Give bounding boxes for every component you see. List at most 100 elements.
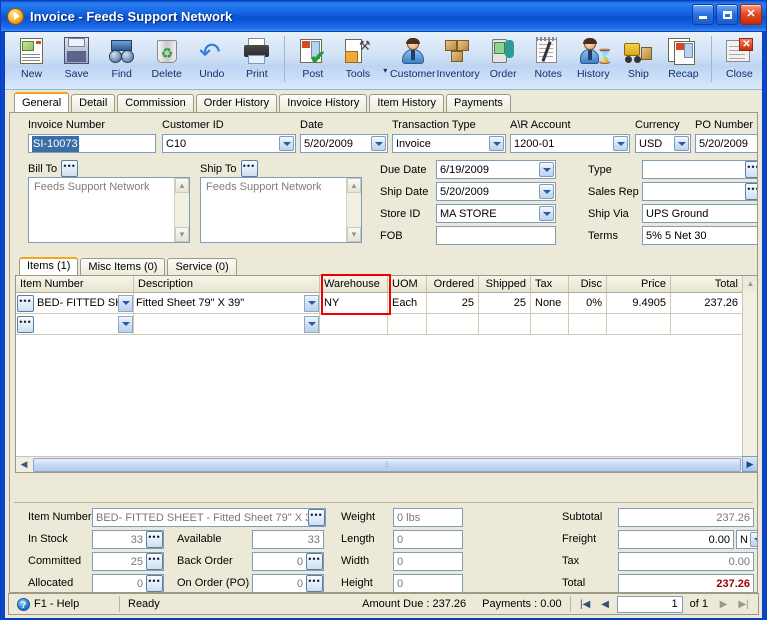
item-tab-service[interactable]: Service (0) [167,258,237,275]
table-row[interactable]: ••• [16,314,757,335]
cell-tax[interactable] [531,314,569,334]
tab-commission[interactable]: Commission [117,94,194,112]
due-date-combo[interactable]: 6/19/2009 [436,160,556,179]
width-input[interactable]: 0 [393,552,463,571]
chevron-down-icon[interactable] [539,162,554,177]
column-header-ordered[interactable]: Ordered [427,276,479,292]
column-header-uom[interactable]: UOM [388,276,427,292]
first-record-button[interactable]: |◀ [577,596,594,613]
item-lookup-button[interactable]: ••• [17,294,34,312]
freight-flag-combo[interactable]: N [736,530,757,549]
chevron-down-icon[interactable] [118,315,133,333]
toolbar-button-order[interactable]: Order [481,34,526,88]
cell-total[interactable]: 237.26 [671,293,743,313]
store-id-combo[interactable]: MA STORE [436,204,556,223]
chevron-down-icon[interactable] [304,315,319,333]
po-number-input[interactable]: 5/20/2009 [695,134,757,153]
tab-item-history[interactable]: Item History [369,94,445,112]
scroll-left-icon[interactable]: ◀ [16,457,32,473]
chevron-down-icon[interactable] [304,294,319,312]
committed-input[interactable]: 25 ••• [92,552,164,571]
ship-to-lookup-button[interactable]: ••• [240,160,258,177]
in-stock-lookup-button[interactable]: ••• [146,531,163,548]
chevron-down-icon[interactable] [279,136,294,151]
allocated-lookup-button[interactable]: ••• [146,575,163,592]
item-tab-misc-items[interactable]: Misc Items (0) [80,258,166,275]
currency-combo[interactable]: USD [635,134,691,153]
sales-rep-lookup-button[interactable]: ••• [745,183,757,200]
tab-general[interactable]: General [14,92,70,112]
freight-input[interactable]: 0.00 [618,530,734,549]
last-record-button[interactable]: ▶| [735,596,752,613]
detail-item-number-input[interactable]: BED- FITTED SHEET - Fitted Sheet 79" X 3… [92,508,326,527]
item-tab-items[interactable]: Items (1) [19,257,79,275]
type-lookup-button[interactable]: ••• [745,161,757,178]
toolbar-button-delete[interactable]: ♻ Delete [144,34,189,88]
column-header-price[interactable]: Price [607,276,671,292]
cell-uom[interactable] [388,314,427,334]
previous-record-button[interactable]: ◀ [597,596,614,613]
column-header-warehouse[interactable]: Warehouse [320,276,388,292]
chevron-down-icon[interactable] [674,136,689,151]
cell-tax[interactable]: None [531,293,569,313]
column-header-total[interactable]: Total [671,276,743,292]
cell-warehouse[interactable] [320,314,388,334]
cell-uom[interactable]: Each [388,293,427,313]
toolbar-button-inventory[interactable]: Inventory [436,34,481,88]
column-header-shipped[interactable]: Shipped [479,276,531,292]
toolbar-button-customer[interactable]: Customer [390,34,436,88]
toolbar-button-ship[interactable]: Ship [616,34,661,88]
chevron-down-icon[interactable] [613,136,628,151]
terms-input[interactable]: 5% 5 Net 30 [642,226,757,245]
toolbar-button-save[interactable]: Save [54,34,99,88]
chevron-down-icon[interactable] [118,294,133,312]
bill-to-scrollbar[interactable]: ▲ ▼ [174,178,189,242]
transaction-type-combo[interactable]: Invoice [392,134,506,153]
available-input[interactable]: 33 [252,530,324,549]
back-order-lookup-button[interactable]: ••• [306,553,323,570]
column-header-item-number[interactable]: Item Number [16,276,134,292]
cell-description[interactable] [134,314,320,334]
on-order-lookup-button[interactable]: ••• [306,575,323,592]
committed-lookup-button[interactable]: ••• [146,553,163,570]
column-header-description[interactable]: Description [134,276,320,292]
cell-price[interactable] [607,314,671,334]
toolbar-button-recap[interactable]: Recap [661,34,706,88]
column-header-disc[interactable]: Disc [569,276,607,292]
next-record-button[interactable]: ▶ [715,596,732,613]
length-input[interactable]: 0 [393,530,463,549]
cell-item-number[interactable]: ••• BED- FITTED SHEE [16,293,134,313]
cell-ordered[interactable]: 25 [427,293,479,313]
close-button[interactable]: ✕ [740,4,762,25]
cell-shipped[interactable] [479,314,531,334]
tab-order-history[interactable]: Order History [195,94,278,112]
toolbar-button-find[interactable]: Find [99,34,144,88]
ship-to-memo[interactable]: Feeds Support Network ▲ ▼ [200,177,362,243]
chevron-down-icon[interactable] [489,136,504,151]
record-number-input[interactable]: 1 [616,595,683,613]
horizontal-scroll-thumb[interactable]: ⦙⦙ [33,457,741,472]
column-header-tax[interactable]: Tax [531,276,569,292]
tab-invoice-history[interactable]: Invoice History [279,94,368,112]
toolbar-button-history[interactable]: ⌛ History [571,34,616,88]
tab-detail[interactable]: Detail [71,94,116,112]
weight-input[interactable]: 0 lbs [393,508,463,527]
scroll-up-icon[interactable]: ▲ [175,178,189,193]
type-input[interactable]: ••• [642,160,757,179]
ship-via-input[interactable]: UPS Ground [642,204,757,223]
maximize-button[interactable] [716,4,738,25]
allocated-input[interactable]: 0 ••• [92,574,164,592]
on-order-input[interactable]: 0 ••• [252,574,324,592]
invoice-number-input[interactable]: SI-10073 [28,134,156,153]
items-grid[interactable]: Item Number Description Warehouse UOM Or… [15,275,757,473]
back-order-input[interactable]: 0 ••• [252,552,324,571]
cell-item-number[interactable]: ••• [16,314,134,334]
toolbar-button-close[interactable]: ✕ Close [717,34,762,88]
scroll-up-icon[interactable]: ▲ [743,276,757,291]
cell-warehouse[interactable]: NY [320,293,388,313]
date-combo[interactable]: 5/20/2009 [300,134,388,153]
toolbar-button-notes[interactable]: Notes [526,34,571,88]
tab-payments[interactable]: Payments [446,94,511,112]
chevron-down-icon[interactable] [539,206,554,221]
cell-disc[interactable] [569,314,607,334]
